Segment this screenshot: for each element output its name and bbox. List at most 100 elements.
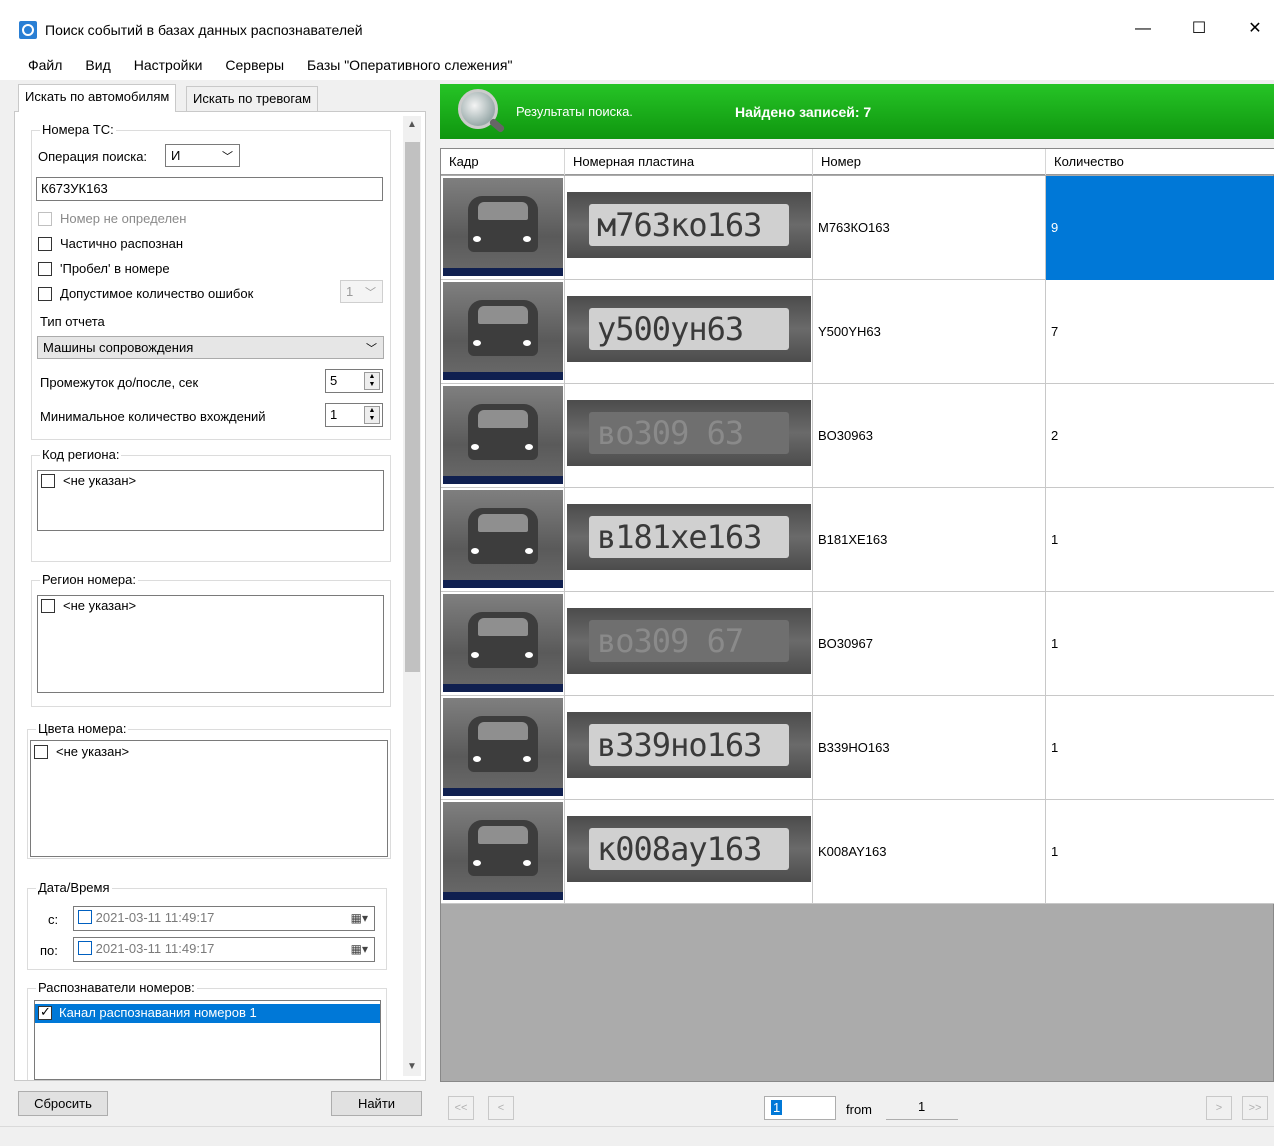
page-value: 1	[771, 1100, 783, 1115]
errors-checkbox[interactable]	[38, 287, 52, 301]
menu-settings[interactable]: Настройки	[134, 57, 203, 73]
headlight-shape	[523, 236, 531, 242]
filters-scrollbar[interactable]: ▲ ▼	[403, 116, 421, 1076]
maximize-button[interactable]: ☐	[1176, 14, 1222, 44]
plate-image: у500ун63	[567, 296, 811, 362]
table-row[interactable]: во309 63 BO30963 2	[441, 384, 1274, 488]
tab-by-alarms[interactable]: Искать по тревогам	[186, 86, 319, 112]
title-bar: Поиск событий в базах данных распознават…	[0, 0, 1274, 50]
plate-image-cell: к008ау163	[565, 800, 813, 904]
grid-header: Кадр Номерная пластина Номер Количество	[441, 149, 1274, 175]
menu-bar: Файл Вид Настройки Серверы Базы "Операти…	[0, 50, 1274, 80]
prev-page-button[interactable]: <	[488, 1096, 514, 1120]
undefined-plate-checkbox[interactable]	[38, 212, 52, 226]
search-filters-pane: Искать по автомобилям Искать по тревогам…	[14, 84, 426, 1084]
vehicle-frame-thumbnail	[443, 698, 563, 796]
next-page-button[interactable]: >	[1206, 1096, 1232, 1120]
report-type-value: Машины сопровождения	[43, 340, 194, 355]
from-date-checkbox[interactable]	[78, 910, 92, 924]
table-row[interactable]: в339но163 B339HO163 1	[441, 696, 1274, 800]
first-page-button[interactable]: <<	[448, 1096, 474, 1120]
scroll-up-icon[interactable]: ▲	[403, 116, 421, 134]
plate-image: м763ко163	[567, 192, 811, 258]
menu-servers[interactable]: Серверы	[225, 57, 284, 73]
region-code-checkbox[interactable]	[41, 474, 55, 488]
table-row[interactable]: м763ко163 М763КО163 9	[441, 176, 1274, 280]
frame-info-strip	[443, 372, 563, 380]
region-code-legend: Код региона:	[40, 447, 122, 462]
interval-spinner[interactable]: 5 ▲ ▼	[325, 369, 383, 393]
close-button[interactable]: ✕	[1232, 14, 1274, 44]
plate-image-cell: у500ун63	[565, 280, 813, 384]
magnifier-icon	[458, 89, 498, 129]
plate-colors-checkbox[interactable]	[34, 745, 48, 759]
from-date-picker[interactable]: 2021-03-11 11:49:17 ▦▾	[73, 906, 375, 931]
plate-image-cell: во309 63	[565, 384, 813, 488]
table-row[interactable]: к008ау163 K008AY163 1	[441, 800, 1274, 904]
tab-by-vehicles[interactable]: Искать по автомобилям	[18, 84, 177, 112]
search-op-select[interactable]: И ﹀	[165, 144, 240, 167]
plate-image-text: у500ун63	[589, 308, 789, 350]
datetime-legend: Дата/Время	[36, 880, 112, 895]
report-type-select[interactable]: Машины сопровождения ﹀	[37, 336, 384, 359]
col-count[interactable]: Количество	[1046, 149, 1274, 175]
last-page-button[interactable]: >>	[1242, 1096, 1268, 1120]
recognizer-checkbox[interactable]	[38, 1004, 52, 1020]
number-cell: B181XE163	[813, 488, 1046, 592]
total-pages-value: 1	[918, 1099, 926, 1114]
scroll-down-icon[interactable]: ▼	[403, 1058, 421, 1076]
headlight-shape	[523, 860, 531, 866]
frame-cell	[441, 384, 565, 488]
table-row[interactable]: во309 67 BO30967 1	[441, 592, 1274, 696]
partial-checkbox[interactable]	[38, 237, 52, 251]
interval-value: 5	[330, 373, 338, 388]
find-button[interactable]: Найти	[331, 1091, 422, 1116]
results-label: Результаты поиска.	[516, 104, 633, 119]
number-cell: М763КО163	[813, 176, 1046, 280]
count-cell: 7	[1046, 280, 1274, 384]
chevron-down-icon: ﹀	[366, 343, 377, 355]
calendar-icon[interactable]: ▦▾	[351, 911, 368, 925]
scroll-thumb[interactable]	[405, 142, 420, 672]
plate-image-cell: в339но163	[565, 696, 813, 800]
plate-region-checkbox[interactable]	[41, 599, 55, 613]
menu-view[interactable]: Вид	[85, 57, 110, 73]
headlight-shape	[473, 860, 481, 866]
plate-number-input[interactable]: К673УК163	[36, 177, 383, 201]
spin-arrows-icon[interactable]: ▲ ▼	[364, 372, 380, 390]
search-op-label: Операция поиска:	[38, 149, 148, 164]
plate-image-text: в181хе163	[589, 516, 789, 558]
found-count: Найдено записей: 7	[735, 104, 872, 120]
plate-number: М763КО163	[818, 220, 890, 235]
menu-file[interactable]: Файл	[28, 57, 62, 73]
frame-cell	[441, 488, 565, 592]
headlight-shape	[473, 340, 481, 346]
page-input[interactable]: 1	[764, 1096, 836, 1120]
frame-cell	[441, 592, 565, 696]
results-grid[interactable]: Кадр Номерная пластина Номер Количество …	[440, 148, 1274, 1082]
status-bar	[0, 1126, 1274, 1146]
spin-arrows-icon[interactable]: ▲ ▼	[364, 406, 380, 424]
col-frame[interactable]: Кадр	[441, 149, 565, 175]
reset-button[interactable]: Сбросить	[18, 1091, 108, 1116]
calendar-icon[interactable]: ▦▾	[351, 942, 368, 956]
minimize-button[interactable]: —	[1120, 14, 1166, 44]
frame-info-strip	[443, 788, 563, 796]
windshield-shape	[478, 826, 528, 844]
from-date-value: 2021-03-11 11:49:17	[95, 910, 215, 925]
to-date-checkbox[interactable]	[78, 941, 92, 955]
col-number[interactable]: Номер	[813, 149, 1046, 175]
frame-cell	[441, 280, 565, 384]
space-checkbox[interactable]	[38, 262, 52, 276]
frame-cell	[441, 800, 565, 904]
count-value: 9	[1051, 220, 1059, 235]
min-count-spinner[interactable]: 1 ▲ ▼	[325, 403, 383, 427]
errors-count-select[interactable]: 1 ﹀	[340, 280, 383, 303]
plate-region-item: <не указан>	[63, 598, 137, 613]
menu-live-db[interactable]: Базы "Оперативного слежения"	[307, 57, 512, 73]
to-date-picker[interactable]: 2021-03-11 11:49:17 ▦▾	[73, 937, 375, 962]
undefined-plate-label: Номер не определен	[60, 211, 187, 226]
col-plate-image[interactable]: Номерная пластина	[565, 149, 813, 175]
table-row[interactable]: в181хе163 B181XE163 1	[441, 488, 1274, 592]
table-row[interactable]: у500ун63 Y500YH63 7	[441, 280, 1274, 384]
